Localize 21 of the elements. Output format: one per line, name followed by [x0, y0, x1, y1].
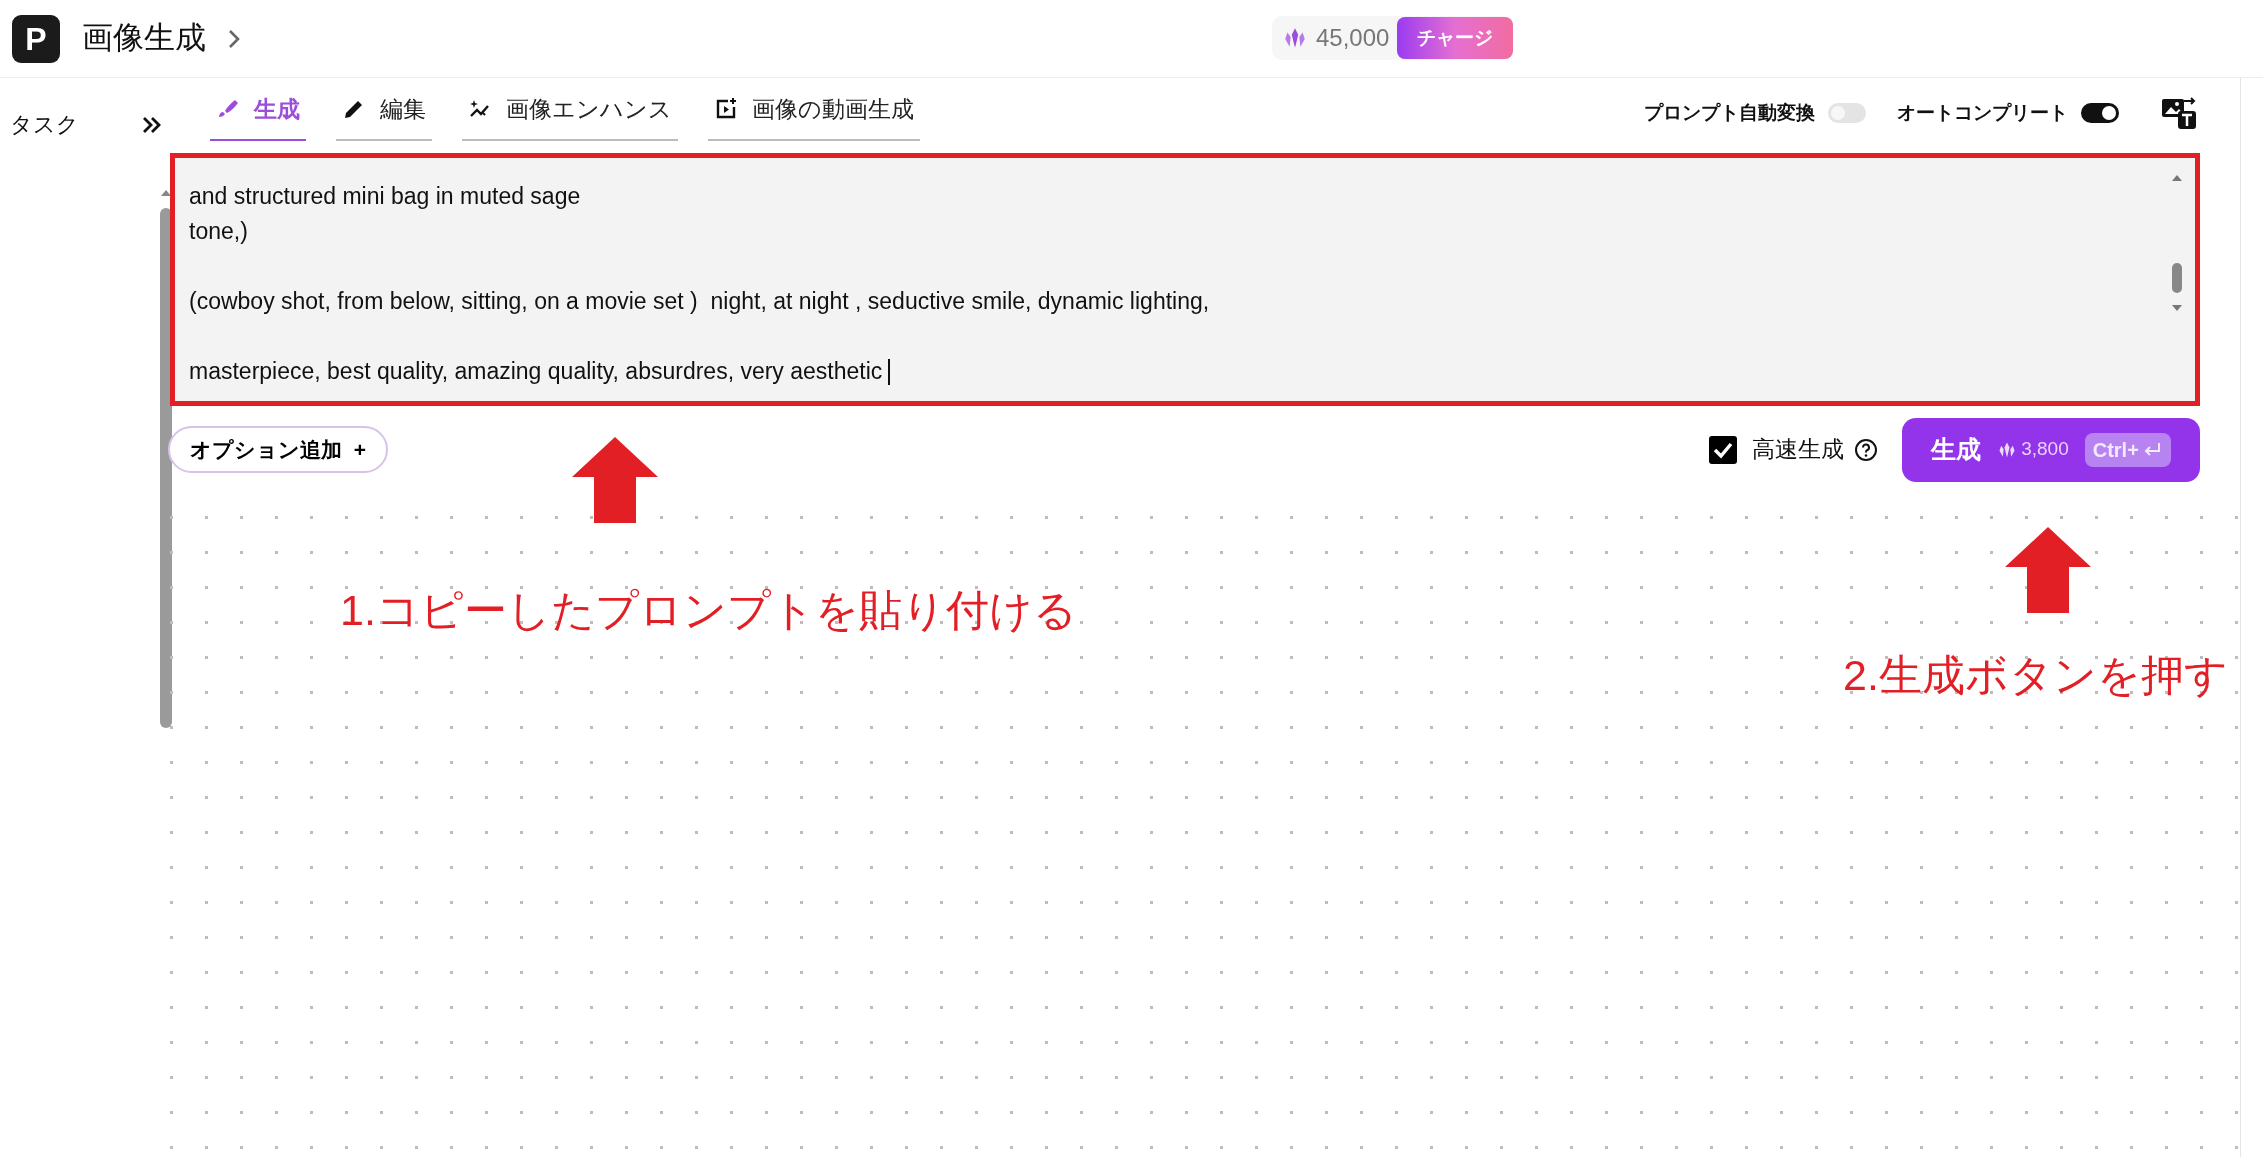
page-title: 画像生成: [82, 19, 206, 58]
generate-button[interactable]: 生成 3,800 Ctrl+: [1902, 417, 2200, 482]
tab[interactable]: 画像の動画生成: [708, 86, 920, 141]
sidebar-label: タスク: [10, 111, 79, 139]
toggle-label: オートコンプリート: [1897, 101, 2068, 125]
add-option-button[interactable]: オプション追加 +: [168, 425, 388, 474]
prompt-line: (cowboy shot, from below, sitting, on a movie set ) night, at night , seductive smile, dynamic lighting,: [189, 286, 1211, 316]
prompt-line: and structured mini bag in muted sage: [189, 181, 582, 211]
logo-icon: P: [12, 14, 60, 63]
prompt-line: masterpiece, best quality, amazing quality, absurdres, very aesthetic: [189, 353, 2155, 389]
tab[interactable]: 画像エンハンス: [462, 86, 678, 141]
credit-balance: 45,000: [1316, 23, 1390, 53]
annotation-text: 2.生成ボタンを押す: [1843, 650, 2228, 701]
toggle-label: プロンプト自動変換: [1644, 101, 1815, 125]
annotation-text: 1.コピーしたプロンプトを貼り付ける: [340, 585, 1077, 636]
tab[interactable]: 生成: [210, 86, 306, 141]
shortcut-hint: Ctrl+: [2084, 432, 2171, 467]
tab[interactable]: 編集: [336, 86, 432, 141]
prompt-line: tone,): [189, 216, 249, 246]
checkbox-label: 高速生成: [1752, 435, 1844, 465]
credit-cost: 3,800: [2021, 437, 2069, 462]
